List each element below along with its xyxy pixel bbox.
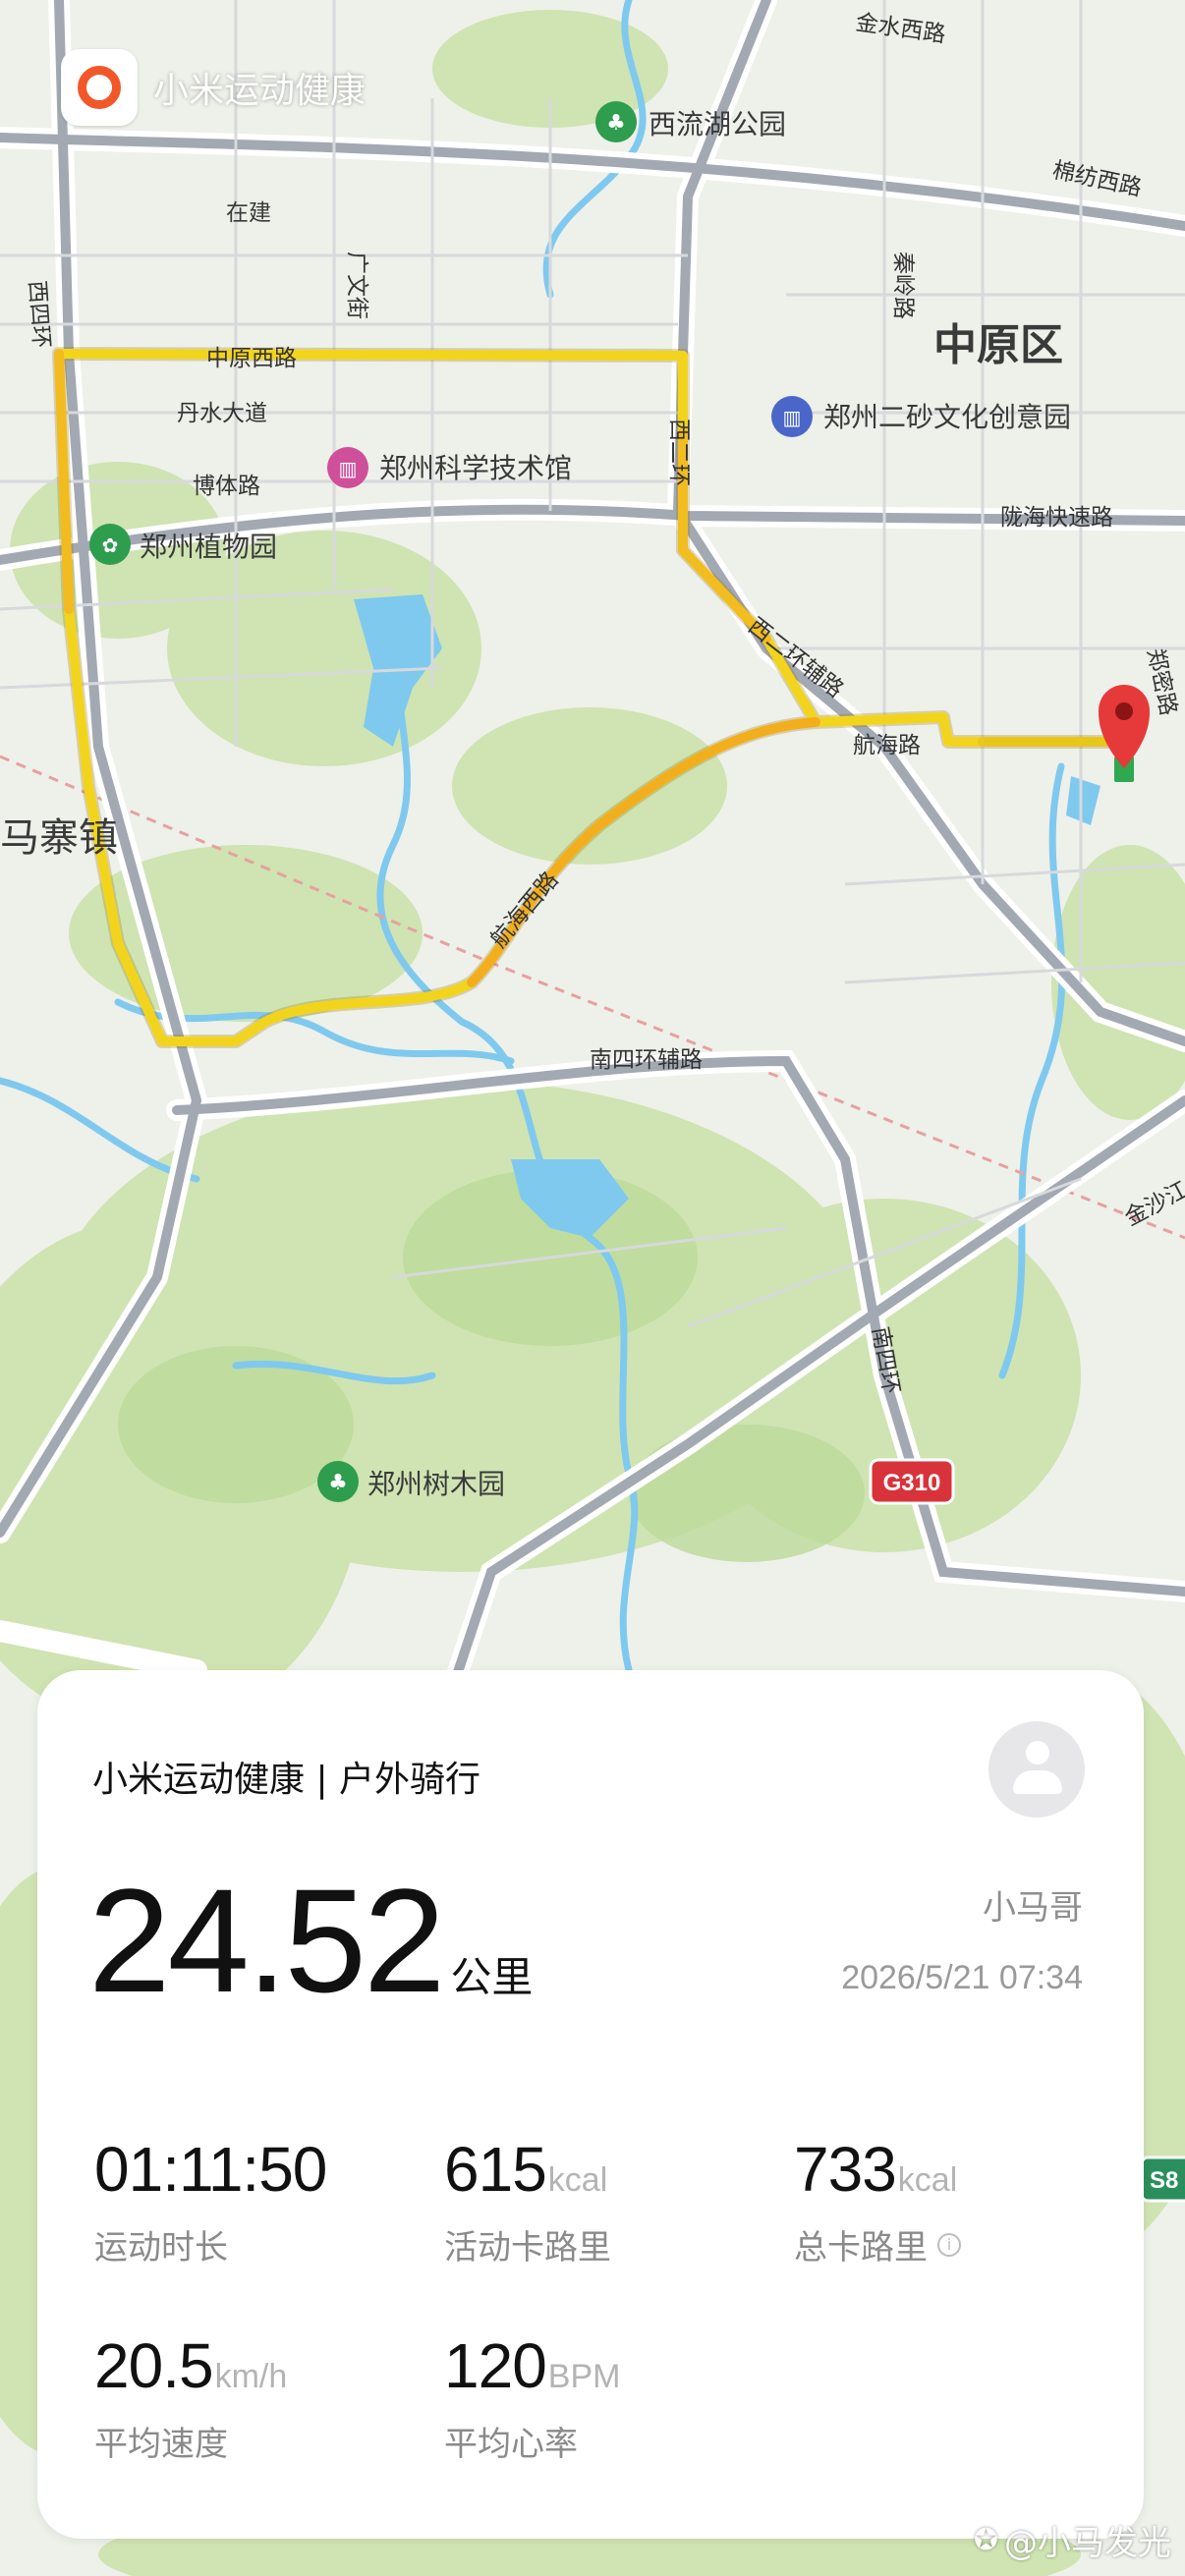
stat-value: 733 — [794, 2134, 897, 2205]
map-label-district: 中原区 — [933, 320, 1063, 370]
app-name: 小米运动健康 — [153, 71, 367, 111]
watermark-text: @小马发光 — [1004, 2524, 1171, 2563]
road-label: 航海路 — [853, 733, 921, 758]
stat-value: 20.5 — [94, 2330, 214, 2401]
xiaomi-health-logo-icon — [61, 49, 138, 126]
stat-value: 120 — [444, 2330, 547, 2401]
stat-unit: km/h — [214, 2358, 288, 2395]
map-label-arboretum: 郑州树木园 — [367, 1468, 505, 1500]
road-label: 陇海快速路 — [1000, 505, 1113, 531]
workout-summary-card: 小米运动健康 | 户外骑行 小马哥 2026/5/21 07:34 24.52 … — [37, 1670, 1144, 2539]
map-label-culture-park: 郑州二砂文化创意园 — [823, 401, 1071, 433]
stat-label: 活动卡路里 — [444, 2228, 611, 2268]
highway-badge-g310: G310 — [869, 1458, 955, 1505]
svg-text:♣: ♣ — [328, 1471, 348, 1495]
road-label: 南四环辅路 — [590, 1047, 703, 1073]
expressway-badge-s8: S8 — [1140, 2156, 1185, 2203]
card-title: 小米运动健康 | 户外骑行 — [92, 1760, 481, 1800]
stat-label: 平均速度 — [94, 2425, 228, 2464]
road-label: 博体路 — [193, 474, 260, 499]
workout-datetime: 2026/5/21 07:34 — [841, 1959, 1083, 1996]
road-label: 丹水大道 — [177, 401, 267, 426]
map-label-science-museum: 郑州科学技术馆 — [379, 452, 572, 484]
distance-unit: 公里 — [450, 1953, 534, 2001]
road-label: 中原西路 — [206, 346, 297, 371]
svg-text:S8: S8 — [1150, 2167, 1178, 2194]
road-label: 西四环 — [24, 280, 54, 350]
stat-label: 运动时长 — [94, 2228, 228, 2268]
stat-unit: kcal — [897, 2161, 958, 2199]
app-badge: 小米运动健康 — [61, 49, 366, 126]
stat-avg-heart-rate: 120 BPM 平均心率 — [444, 2334, 620, 2465]
weibo-icon: ✪ — [973, 2523, 998, 2557]
stat-label: 总卡路里 — [794, 2228, 928, 2268]
road-label: 秦岭路 — [890, 252, 916, 319]
map-label-construction: 在建 — [226, 200, 271, 226]
distance-value: 24.52 — [88, 1858, 445, 2023]
map-label-town: 马寨镇 — [0, 815, 118, 861]
road-label: 广文街 — [344, 252, 369, 319]
road-label: 西二环 — [666, 419, 692, 486]
svg-text:▥: ▥ — [783, 406, 802, 429]
distance-metric: 24.52 公里 — [88, 1867, 533, 2014]
svg-text:♣: ♣ — [606, 111, 626, 136]
stat-value: 615 — [444, 2134, 547, 2205]
stat-unit: BPM — [547, 2358, 621, 2395]
stat-label-with-info: 总卡路里 i — [794, 2220, 961, 2268]
stat-avg-speed: 20.5 km/h 平均速度 — [94, 2334, 287, 2465]
map-label-botanical-garden: 郑州植物园 — [140, 531, 277, 563]
stat-active-calories: 615 kcal 活动卡路里 — [444, 2138, 611, 2268]
info-icon[interactable]: i — [937, 2232, 961, 2257]
svg-text:G310: G310 — [883, 1470, 941, 1496]
stat-value: 01:11:50 — [94, 2134, 327, 2205]
user-name: 小马哥 — [983, 1888, 1083, 1928]
watermark: ✪ @小马发光 — [974, 2516, 1171, 2564]
stat-total-calories: 733 kcal 总卡路里 i — [794, 2138, 961, 2268]
map-label-park: 西流湖公园 — [649, 108, 786, 140]
stat-label: 平均心率 — [444, 2425, 578, 2464]
svg-text:▥: ▥ — [339, 457, 358, 480]
svg-text:✿: ✿ — [102, 533, 119, 557]
stat-duration: 01:11:50 运动时长 — [94, 2138, 328, 2268]
stat-unit: kcal — [547, 2161, 608, 2199]
avatar-icon[interactable] — [988, 1721, 1085, 1818]
